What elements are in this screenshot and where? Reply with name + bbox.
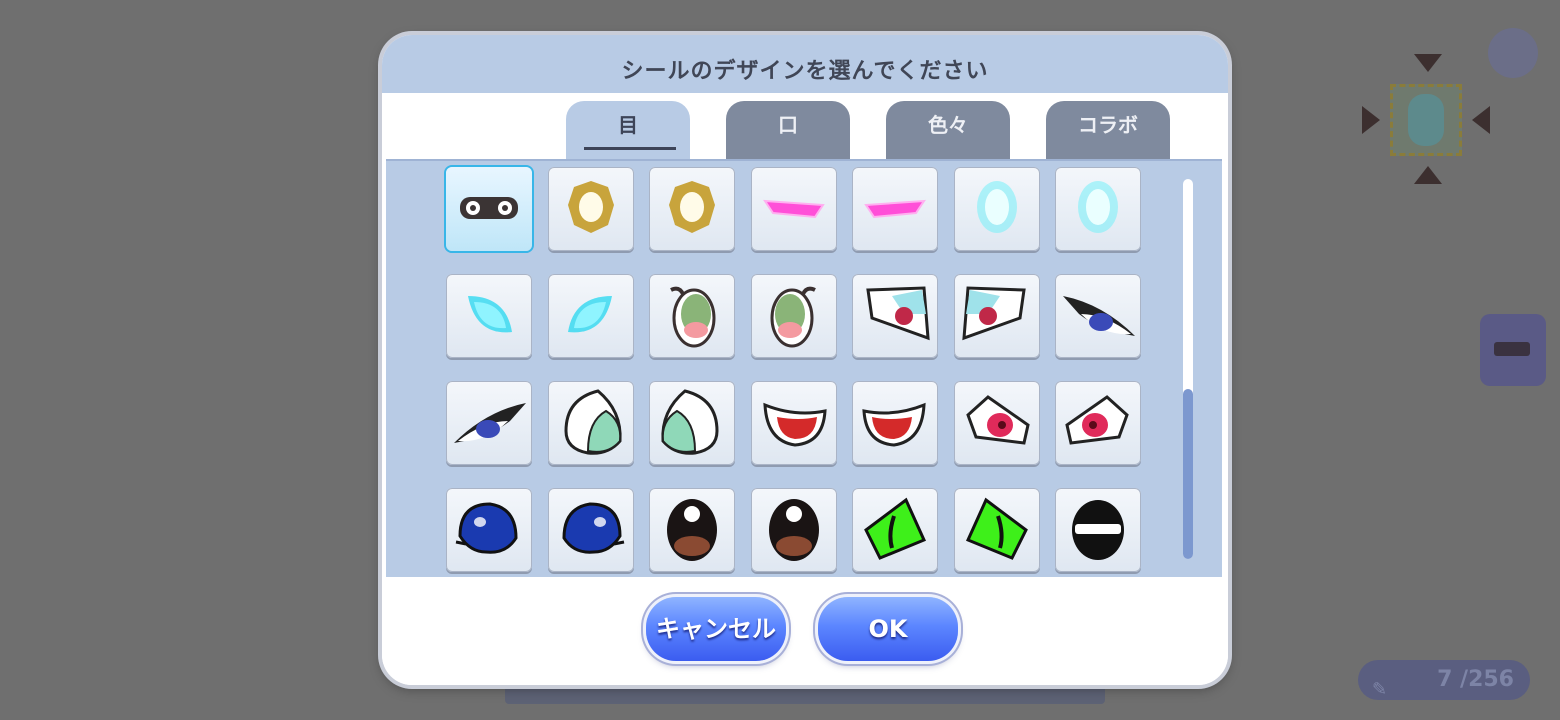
cancel-button[interactable]: キャンセル xyxy=(646,597,786,661)
sticker-option-gold-ring-eye-left[interactable] xyxy=(547,167,634,251)
arrow-right-icon xyxy=(1362,106,1380,134)
sticker-option-pink-slit-left[interactable] xyxy=(750,167,837,251)
sticker-option-green-cat-eye-left[interactable] xyxy=(852,488,938,572)
blue-narrow-eye-right-icon xyxy=(1063,296,1135,336)
sticker-option-blue-narrow-eye-right[interactable] xyxy=(1055,274,1141,358)
ok-button[interactable]: OK xyxy=(818,597,958,661)
cyan-glow-oval-right-icon xyxy=(1078,181,1118,233)
arrow-down-icon xyxy=(1414,166,1442,184)
tab-mouth[interactable]: 口 xyxy=(726,101,850,159)
sticker-option-black-bar-eye[interactable] xyxy=(1055,488,1141,572)
blue-glossy-eye-right-icon xyxy=(561,502,624,554)
tab-underline xyxy=(584,147,676,150)
gold-ring-eye-left-icon xyxy=(567,181,614,233)
sticker-option-red-fierce-eye-right[interactable] xyxy=(1055,381,1141,465)
dpad-control xyxy=(1360,50,1496,190)
arrow-left-icon xyxy=(1472,106,1490,134)
tab-eyes[interactable]: 目 xyxy=(566,101,690,159)
green-cartoon-eye-left-icon xyxy=(670,286,716,348)
scrollbar[interactable] xyxy=(1183,179,1193,559)
tab-bar: 目 口 色々 コラボ xyxy=(382,93,1228,159)
tab-collab[interactable]: コラボ xyxy=(1046,101,1170,159)
green-cat-eye-right-icon xyxy=(965,497,1028,560)
sticker-option-red-sharp-eye-right[interactable] xyxy=(953,274,1040,358)
pink-slit-left-icon xyxy=(762,199,825,219)
green-cartoon-eye-right-icon xyxy=(770,286,816,348)
dialog-header: シールのデザインを選んでください xyxy=(382,35,1228,93)
pink-slit-right-icon xyxy=(864,199,926,219)
sticker-option-gold-ring-eye-right[interactable] xyxy=(649,167,735,251)
red-angry-eye-left-icon xyxy=(762,402,827,447)
tab-label: コラボ xyxy=(1078,113,1138,137)
brown-round-eye-left-icon xyxy=(667,499,717,561)
blue-narrow-eye-left-icon xyxy=(454,403,526,443)
sticker-option-blue-glossy-eye-left[interactable] xyxy=(446,488,532,572)
arrow-up-icon xyxy=(1414,54,1442,72)
sticker-option-cyan-glow-half-right[interactable] xyxy=(547,274,634,358)
dialog-title: シールのデザインを選んでください xyxy=(621,59,989,84)
teal-teardrop-right-icon xyxy=(661,389,719,455)
sticker-option-goggles-eyes[interactable] xyxy=(446,167,532,251)
sticker-option-red-fierce-eye-left[interactable] xyxy=(953,381,1040,465)
sticker-option-cyan-glow-half-left[interactable] xyxy=(446,274,532,358)
red-fierce-eye-right-icon xyxy=(1065,395,1129,445)
sticker-option-cyan-glow-oval-right[interactable] xyxy=(1055,167,1141,251)
cyan-glow-half-left-icon xyxy=(468,296,512,333)
sticker-option-brown-round-eye-right[interactable] xyxy=(750,488,837,572)
cyan-glow-half-right-icon xyxy=(567,296,612,333)
brown-round-eye-right-icon xyxy=(768,499,819,561)
sticker-option-green-cat-eye-right[interactable] xyxy=(953,488,1040,572)
sticker-option-green-cartoon-eye-right[interactable] xyxy=(750,274,837,358)
sticker-grid-area xyxy=(386,159,1222,579)
sticker-option-blue-narrow-eye-left[interactable] xyxy=(446,381,532,465)
sticker-option-blue-glossy-eye-right[interactable] xyxy=(547,488,634,572)
sticker-option-teal-teardrop-left[interactable] xyxy=(547,381,634,465)
black-bar-eye-icon xyxy=(1072,500,1124,560)
sticker-option-red-sharp-eye-left[interactable] xyxy=(852,274,938,358)
cyan-glow-oval-left-icon xyxy=(976,181,1017,233)
goggles-eyes-icon xyxy=(460,197,518,219)
sticker-option-green-cartoon-eye-left[interactable] xyxy=(649,274,735,358)
red-sharp-eye-right-icon xyxy=(961,286,1026,341)
tab-label: 口 xyxy=(778,113,798,137)
sticker-option-pink-slit-right[interactable] xyxy=(852,167,938,251)
bunny-icon xyxy=(1408,94,1444,146)
sticker-option-red-angry-eye-right[interactable] xyxy=(852,381,938,465)
green-cat-eye-left-icon xyxy=(864,497,927,560)
sticker-option-brown-round-eye-left[interactable] xyxy=(649,488,735,572)
sticker-option-red-angry-eye-left[interactable] xyxy=(750,381,837,465)
scrollbar-thumb[interactable] xyxy=(1183,389,1193,559)
tab-misc[interactable]: 色々 xyxy=(886,101,1010,159)
red-fierce-eye-left-icon xyxy=(965,395,1030,445)
background-strip xyxy=(505,684,1105,704)
dialog-footer: キャンセル OK xyxy=(382,577,1228,685)
sticker-option-cyan-glow-oval-left[interactable] xyxy=(953,167,1040,251)
counter-value: 7 /256 xyxy=(1437,667,1514,692)
sticker-design-dialog: シールのデザインを選んでください 目 口 色々 コラボ キャンセル OK xyxy=(382,35,1228,685)
side-button-icon xyxy=(1494,342,1530,356)
blue-glossy-eye-left-icon xyxy=(455,502,518,554)
sticker-option-teal-teardrop-right[interactable] xyxy=(649,381,735,465)
sticker-counter: ✎ 7 /256 xyxy=(1358,660,1530,700)
tab-label: 色々 xyxy=(928,113,968,137)
red-sharp-eye-left-icon xyxy=(866,286,930,341)
gold-ring-eye-right-icon xyxy=(669,181,715,233)
pencil-icon: ✎ xyxy=(1372,679,1388,700)
red-angry-eye-right-icon xyxy=(862,402,926,447)
tab-label: 目 xyxy=(618,113,638,137)
teal-teardrop-left-icon xyxy=(563,389,622,455)
